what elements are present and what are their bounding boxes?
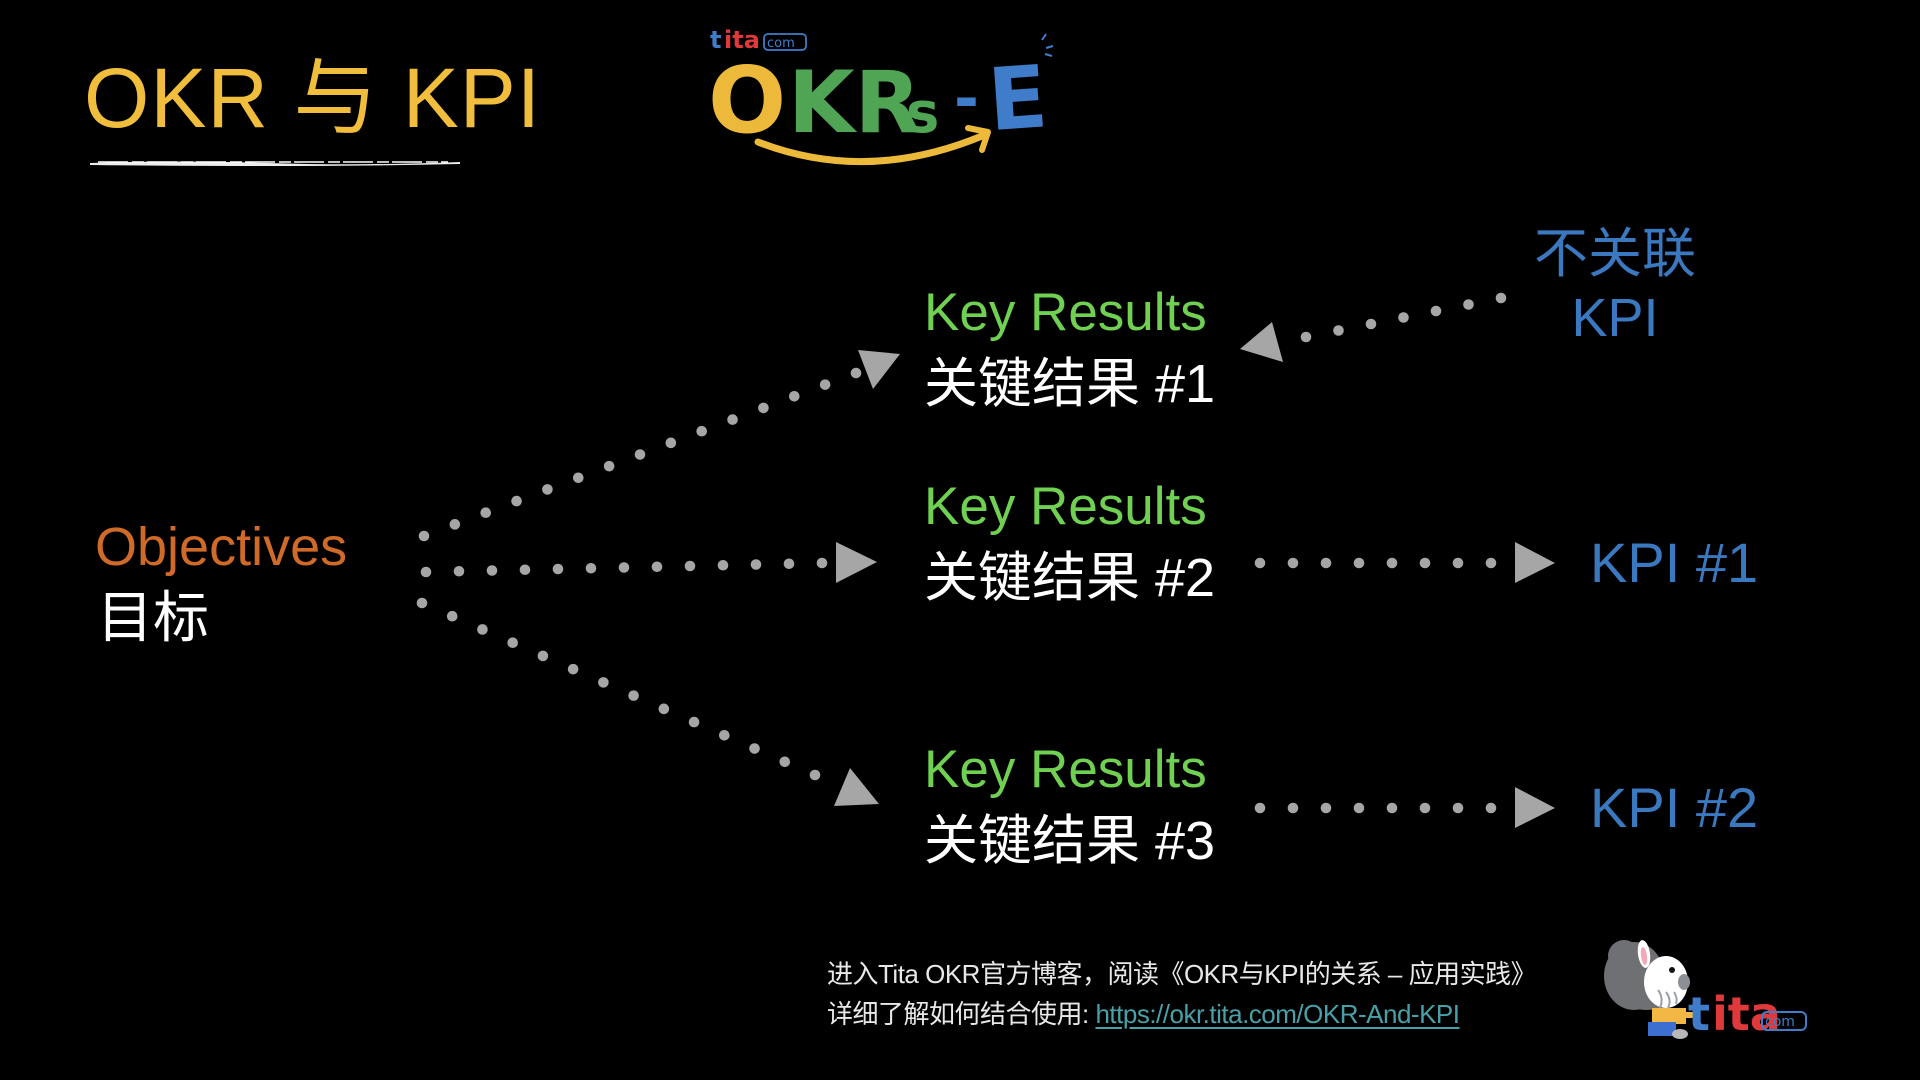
connector-dot [651,561,663,573]
connector-dot [1320,557,1332,569]
connector-dot [1485,557,1497,569]
connector-dot [418,530,430,542]
connector-dot [658,703,670,715]
connector-dot [816,557,828,569]
connector-dot [684,560,696,572]
connector-objectives-to-kr1 [418,367,862,542]
connector-objectives-to-kr2 [420,557,828,578]
connector-dot [449,519,461,530]
connector-dot [719,730,730,741]
connector-dot [1419,802,1431,814]
footer-line-1: 进入Tita OKR官方博客，阅读《OKR与KPI的关系 – 应用实践》 [827,959,1537,989]
arrowhead-kr1 [858,350,900,389]
arrowhead-kpi1 [1515,542,1555,583]
connector-dot [750,559,762,570]
connector-dot [1452,802,1464,814]
connector-dot [634,449,646,460]
connector-dot [783,558,795,570]
footer-line-2-prefix: 详细了解如何结合使用: [827,999,1096,1029]
connector-kr3-to-kpi2 [1254,802,1497,814]
arrowhead-kpi2 [1515,787,1555,828]
connector-dot [1386,557,1398,569]
connector-dot [1463,299,1474,310]
connector-dot [779,756,791,768]
connector-dot [542,484,553,495]
connector-dot [1353,802,1365,814]
connector-dot [850,367,862,379]
connector-dot [628,690,639,701]
footer-note: 进入Tita OKR官方博客，阅读《OKR与KPI的关系 – 应用实践》 详细了… [827,954,1537,1034]
connector-dot [727,414,738,425]
connector-dot [819,379,831,390]
connector-dot [477,624,488,635]
connector-dot [537,650,549,662]
connector-kr2-to-kpi1 [1254,557,1497,569]
connector-dot [665,437,677,449]
connector-dot [572,472,584,484]
connector-dot [618,562,630,573]
arrowhead-kr2 [836,542,877,583]
connector-dot [1398,312,1409,323]
connector-dot [567,663,579,675]
connector-dot [1430,305,1442,317]
connector-dot [453,565,465,577]
connector-dot [416,597,428,609]
connector-objectives-to-kr3 [416,597,821,781]
connector-dot [1452,557,1464,569]
connector-dot [1320,802,1332,814]
connector-dot [758,402,769,414]
connector-dot [1287,557,1299,569]
connector-dot [1300,331,1312,343]
connector-dot [1353,557,1365,569]
connector-dot [1419,557,1431,569]
connector-dot [446,610,458,622]
connector-dot [420,566,432,578]
connector-dot [585,562,597,574]
connector-dot [1386,802,1398,814]
zebra-mascot-icon [1604,940,1696,1039]
connector-dot [688,716,700,728]
connector-dot [507,637,518,648]
blog-link[interactable]: https://okr.tita.com/OKR-And-KPI [1095,999,1460,1029]
connector-dot [1287,802,1299,814]
connector-dot [603,460,615,472]
connector-dot [552,563,564,575]
connector-dot [598,677,609,688]
footer-line-2: 详细了解如何结合使用: https://okr.tita.com/OKR-And… [827,994,1536,1034]
connector-dot [749,743,760,754]
connector-diagram [416,292,1555,828]
connector-dot [788,390,800,402]
connector-dot [1485,802,1497,814]
connector-dot [1333,325,1344,336]
arrowhead-unrelated [1240,322,1283,362]
connector-dot [1365,318,1377,330]
connector-dot [519,564,531,576]
connector-dot [1254,557,1266,569]
connector-dot [717,559,729,571]
connector-dot [486,565,498,576]
connector-dot [480,507,492,519]
connector-unrelated-kpi-to-kr1 [1300,292,1507,343]
svg-text:com: com [1765,1014,1795,1030]
connector-dot [1254,802,1266,814]
tita-corner-logo: t ita com [1604,940,1807,1040]
arrowhead-kr3 [834,768,879,806]
svg-text:t: t [1688,987,1710,1040]
connector-dot [809,769,821,781]
connector-dot [696,425,708,437]
connector-dot [511,495,522,507]
connector-dot [1495,292,1507,304]
